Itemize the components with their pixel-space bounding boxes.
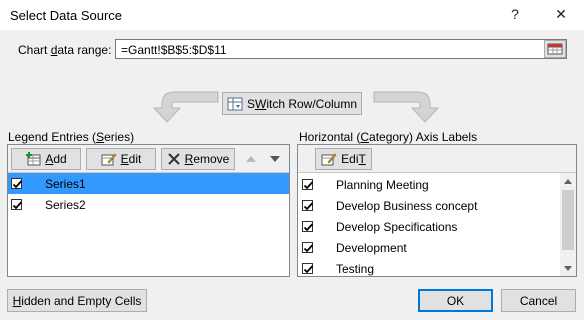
axis-item-label: Planning Meeting — [336, 177, 429, 192]
legend-entries-panel: Add Edit Remove Series1 Series2 — [7, 144, 290, 277]
series1-label: Series1 — [45, 176, 86, 191]
axis-edit-label-accel: T — [358, 152, 366, 166]
triangle-up-icon — [246, 156, 256, 162]
axis-row-3[interactable]: Develop Specifications — [298, 216, 560, 237]
axis-item-label: Development — [336, 240, 407, 255]
edit-series-button[interactable]: Edit — [86, 148, 156, 170]
hidden-label-accel: H — [12, 293, 22, 308]
checkmark-icon — [303, 202, 314, 211]
move-up-button[interactable] — [240, 148, 262, 170]
axis-item-checkbox[interactable] — [302, 179, 314, 190]
edit-pencil-icon — [321, 153, 337, 166]
series2-checkbox[interactable] — [11, 199, 23, 210]
hidden-empty-cells-button[interactable]: Hidden and Empty Cells — [7, 289, 147, 312]
axis-row-1[interactable]: Planning Meeting — [298, 174, 560, 195]
scroll-down-arrow-icon — [564, 265, 572, 271]
scroll-up-button[interactable] — [560, 173, 576, 189]
remove-label-part: emove — [193, 152, 230, 166]
header-accel: S — [96, 130, 105, 144]
checkmark-icon — [303, 223, 314, 232]
axis-edit-label-part: Edi — [341, 152, 359, 166]
close-button[interactable]: ✕ — [548, 2, 574, 26]
switch-row-column-icon — [227, 97, 243, 110]
header-part: eries) — [104, 130, 135, 144]
right-curved-arrow-icon — [373, 91, 440, 123]
header-part: ategory) Axis Labels — [369, 130, 478, 144]
axis-item-label: Develop Business concept — [336, 198, 478, 213]
help-button[interactable]: ? — [502, 2, 528, 26]
checkmark-icon — [303, 265, 314, 274]
axis-item-label: Testing — [336, 261, 375, 276]
move-down-button[interactable] — [264, 148, 286, 170]
remove-label-accel: R — [184, 152, 194, 166]
scroll-up-arrow-icon — [564, 178, 572, 184]
header-part: Horizontal ( — [299, 130, 361, 144]
chart-data-range-input[interactable]: =Gantt!$B$5:$D$11 — [115, 39, 567, 59]
dialog-title: Select Data Source — [10, 8, 123, 23]
series-row-1[interactable]: Series1 — [8, 173, 289, 194]
axis-row-2[interactable]: Develop Business concept — [298, 195, 560, 216]
axis-row-4[interactable]: Development — [298, 237, 560, 258]
switch-label-part: itch Row/Column — [266, 96, 358, 111]
legend-entries-header: Legend Entries (Series) — [8, 130, 134, 144]
hidden-label-part: idden and Empty Cells — [21, 293, 142, 308]
switch-label-accel: W — [254, 96, 267, 111]
add-label-part: dd — [53, 152, 67, 166]
scroll-thumb[interactable] — [562, 190, 574, 250]
header-accel: C — [360, 130, 370, 144]
range-picker-icon — [547, 43, 563, 55]
ok-button[interactable]: OK — [418, 289, 493, 312]
checkmark-icon — [12, 201, 23, 210]
axis-row-5[interactable]: Testing — [298, 258, 560, 279]
series1-checkbox[interactable] — [11, 178, 23, 189]
axis-item-checkbox[interactable] — [302, 221, 314, 232]
switch-row-column-button[interactable]: S Witch Row/Column — [222, 92, 362, 115]
legend-series-list: Series1 Series2 — [8, 173, 289, 215]
chart-data-range-value: =Gantt!$B$5:$D$11 — [121, 43, 227, 57]
axis-labels-panel: Edi T Planning Meeting Develop Business c… — [297, 144, 577, 277]
remove-x-icon — [167, 153, 180, 165]
series-row-2[interactable]: Series2 — [8, 194, 289, 215]
edit-axis-labels-button[interactable]: Edi T — [315, 148, 372, 170]
axis-item-checkbox[interactable] — [302, 200, 314, 211]
checkmark-icon — [12, 180, 23, 189]
axis-list-scrollbar[interactable] — [560, 173, 576, 276]
edit-label-part: dit — [128, 152, 142, 166]
axis-item-checkbox[interactable] — [302, 242, 314, 253]
axis-item-label: Develop Specifications — [336, 219, 458, 234]
scroll-down-button[interactable] — [560, 260, 576, 276]
edit-label-accel: E — [120, 152, 129, 166]
series2-label: Series2 — [45, 197, 86, 212]
edit-pencil-icon — [101, 153, 117, 166]
chart-data-range-label: Chart data range: — [18, 43, 111, 57]
label-part: ata range: — [57, 43, 112, 57]
axis-item-checkbox[interactable] — [302, 263, 314, 274]
checkmark-icon — [303, 181, 314, 190]
add-label-accel: A — [45, 152, 54, 166]
add-table-icon — [26, 152, 41, 166]
label-part: Chart — [18, 43, 51, 57]
left-curved-arrow-icon — [152, 91, 219, 123]
cancel-button[interactable]: Cancel — [501, 289, 576, 312]
range-collapse-button[interactable] — [544, 40, 566, 58]
triangle-down-icon — [270, 156, 280, 162]
axis-labels-list: Planning Meeting Develop Business concep… — [298, 174, 560, 279]
checkmark-icon — [303, 244, 314, 253]
remove-series-button[interactable]: Remove — [161, 148, 235, 170]
add-series-button[interactable]: Add — [11, 148, 81, 170]
header-part: Legend Entries ( — [8, 130, 97, 144]
axis-labels-header: Horizontal (Category) Axis Labels — [299, 130, 477, 144]
switch-label-part: S — [246, 96, 255, 111]
